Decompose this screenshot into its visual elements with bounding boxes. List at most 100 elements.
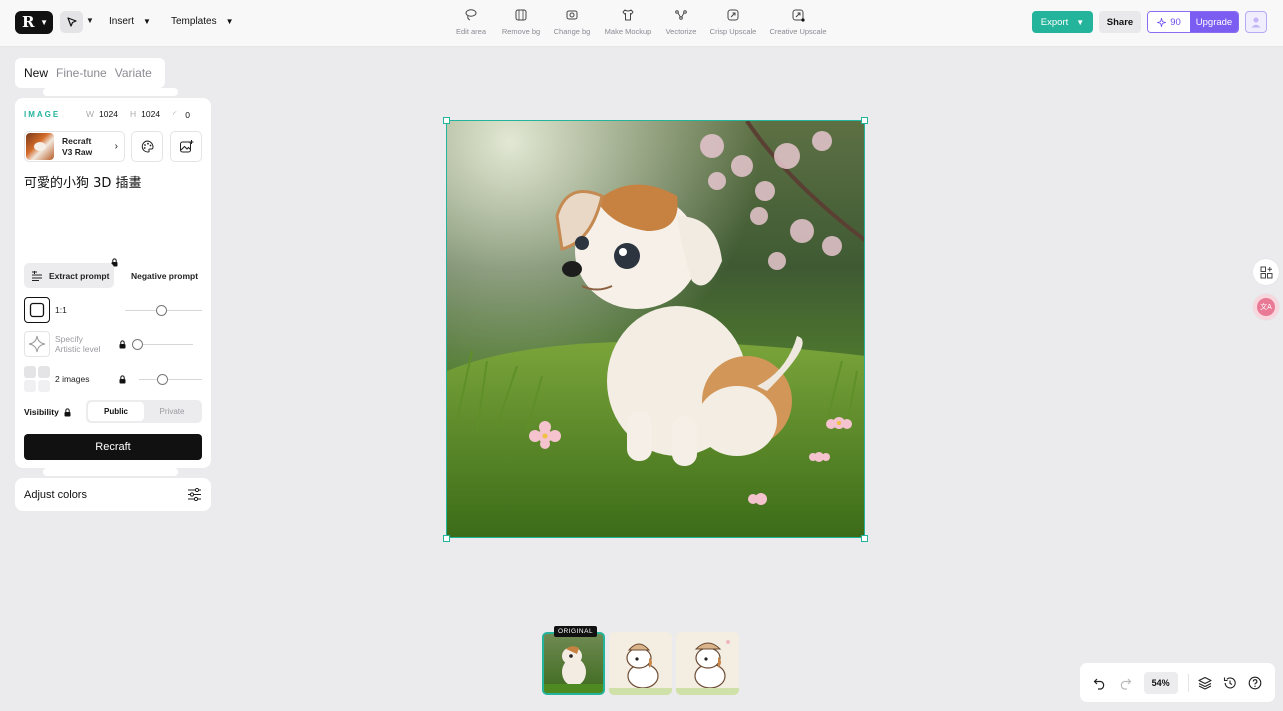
app-logo-menu[interactable]: R ▼ [15, 11, 53, 34]
history-button[interactable] [1219, 672, 1240, 694]
remove-bg-label: Remove bg [501, 27, 541, 36]
model-selector[interactable]: Recraft V3 Raw › [24, 131, 125, 162]
panel-connector [43, 88, 178, 96]
artistic-level-line2: Artistic level [55, 344, 101, 354]
undo-button[interactable] [1090, 672, 1111, 694]
prompt-text[interactable]: 可愛的小狗 3D 插畫 [24, 172, 142, 191]
chevron-down-icon[interactable]: ▼ [86, 16, 94, 25]
layers-button[interactable] [1195, 672, 1216, 694]
export-label: Export [1040, 16, 1069, 28]
artistic-slider-knob[interactable] [132, 339, 143, 350]
redo-icon [1120, 678, 1132, 690]
image-count-row[interactable]: 2 images [24, 366, 90, 392]
vectorize-button[interactable]: Vectorize [663, 8, 699, 36]
help-button[interactable] [1244, 672, 1265, 694]
canvas-controls-bar: 54% [1080, 663, 1275, 702]
chevron-right-icon: › [114, 141, 118, 152]
aspect-square-icon [29, 302, 45, 318]
select-tool-button[interactable] [60, 11, 83, 33]
thumbnail-original[interactable] [542, 632, 605, 695]
image-count-slider-track[interactable] [139, 379, 202, 380]
canvas-image[interactable] [446, 120, 865, 538]
negative-prompt-label: Negative prompt [131, 270, 199, 281]
image-count-label: 2 images [55, 374, 90, 384]
translate-icon: 文A [1257, 298, 1275, 316]
apps-grid-icon [1260, 266, 1272, 278]
lock-icon [119, 375, 126, 384]
visibility-label: Visibility [24, 407, 71, 417]
sliders-icon [188, 488, 201, 501]
puppy-illustration [447, 121, 864, 537]
creative-upscale-button[interactable]: Creative Upscale [767, 8, 829, 36]
credits-value: 90 [1170, 16, 1181, 28]
artistic-level-label: Specify Artistic level [55, 334, 100, 354]
image-count-slider-knob[interactable] [157, 374, 168, 385]
make-mockup-label: Make Mockup [604, 27, 652, 36]
layers-icon [1198, 676, 1212, 690]
credits-count[interactable]: 90 [1148, 12, 1190, 32]
model-name-line2: V3 Raw [62, 146, 93, 157]
chevron-down-icon: ▼ [40, 18, 48, 27]
adjust-colors-panel[interactable]: Adjust colors [15, 478, 211, 511]
thumbnail-variant-2[interactable] [676, 632, 739, 695]
extract-prompt-button[interactable]: Extract prompt [24, 263, 114, 288]
aspect-ratio-button[interactable] [24, 297, 50, 323]
model-name-line1: Recraft [62, 135, 92, 146]
chevron-down-icon: ▼ [143, 17, 151, 26]
thumbnail-variant-1[interactable] [609, 632, 672, 695]
visibility-toggle[interactable]: Public Private [86, 400, 202, 423]
aspect-ratio-row[interactable]: 1:1 [24, 297, 67, 323]
tab-variate[interactable]: Variate [115, 66, 152, 80]
translate-button[interactable]: 文A [1253, 294, 1279, 320]
export-button[interactable]: Export ▼ [1032, 11, 1093, 33]
height-field[interactable]: H 1024 [130, 109, 160, 119]
upgrade-button[interactable]: Upgrade [1190, 12, 1238, 32]
user-avatar[interactable] [1245, 11, 1267, 33]
templates-label: Templates [171, 16, 217, 27]
crisp-upscale-button[interactable]: Crisp Upscale [708, 8, 758, 36]
recraft-button[interactable]: Recraft [24, 434, 202, 460]
make-mockup-button[interactable]: Make Mockup [602, 8, 654, 36]
image-actions-toolbar: Edit area Remove bg Change bg Make Mocku… [451, 8, 838, 36]
templates-menu[interactable]: Templates ▼ [171, 16, 234, 27]
private-option[interactable]: Private [144, 402, 200, 421]
sparkle-icon [1157, 17, 1167, 27]
change-bg-button[interactable]: Change bg [551, 8, 593, 36]
panel-connector [43, 468, 178, 476]
share-label: Share [1106, 16, 1134, 28]
artistic-level-row[interactable]: Specify Artistic level [24, 331, 100, 357]
seed-value: 0 [185, 109, 191, 120]
seed-field[interactable]: ◜ 0 [173, 109, 190, 120]
redo-button[interactable] [1115, 672, 1136, 694]
edit-area-button[interactable]: Edit area [451, 8, 491, 36]
creative-upscale-label: Creative Upscale [769, 27, 827, 36]
aspect-slider-knob[interactable] [156, 305, 167, 316]
cartoon-puppy-thumbnail [609, 643, 672, 695]
negative-prompt-button[interactable]: Negative prompt [131, 263, 198, 288]
add-image-button[interactable] [170, 131, 202, 162]
resize-handle-bottom-left[interactable] [443, 535, 450, 542]
insert-menu[interactable]: Insert ▼ [109, 16, 151, 27]
extract-prompt-label: Extract prompt [49, 270, 110, 281]
image-section-label: IMAGE [24, 110, 61, 119]
remove-bg-icon [515, 9, 527, 21]
artistic-level-button[interactable] [24, 331, 50, 357]
tab-new[interactable]: New [24, 66, 48, 80]
width-field[interactable]: W 1024 [86, 109, 118, 119]
apps-button[interactable] [1253, 259, 1279, 285]
resize-handle-top-left[interactable] [443, 117, 450, 124]
public-option[interactable]: Public [88, 402, 144, 421]
height-key: H [130, 109, 137, 119]
cursor-icon [66, 17, 77, 27]
tab-fine-tune[interactable]: Fine-tune [56, 66, 107, 80]
resize-handle-bottom-right[interactable] [861, 535, 868, 542]
image-count-icon [24, 366, 50, 392]
resize-handle-top-right[interactable] [861, 117, 868, 124]
remove-bg-button[interactable]: Remove bg [500, 8, 542, 36]
style-button[interactable] [131, 131, 163, 162]
zoom-level[interactable]: 54% [1143, 671, 1178, 694]
upscale-icon [727, 9, 739, 21]
height-value: 1024 [141, 109, 161, 119]
share-button[interactable]: Share [1099, 11, 1141, 33]
credits-widget[interactable]: 90 Upgrade [1147, 11, 1239, 33]
